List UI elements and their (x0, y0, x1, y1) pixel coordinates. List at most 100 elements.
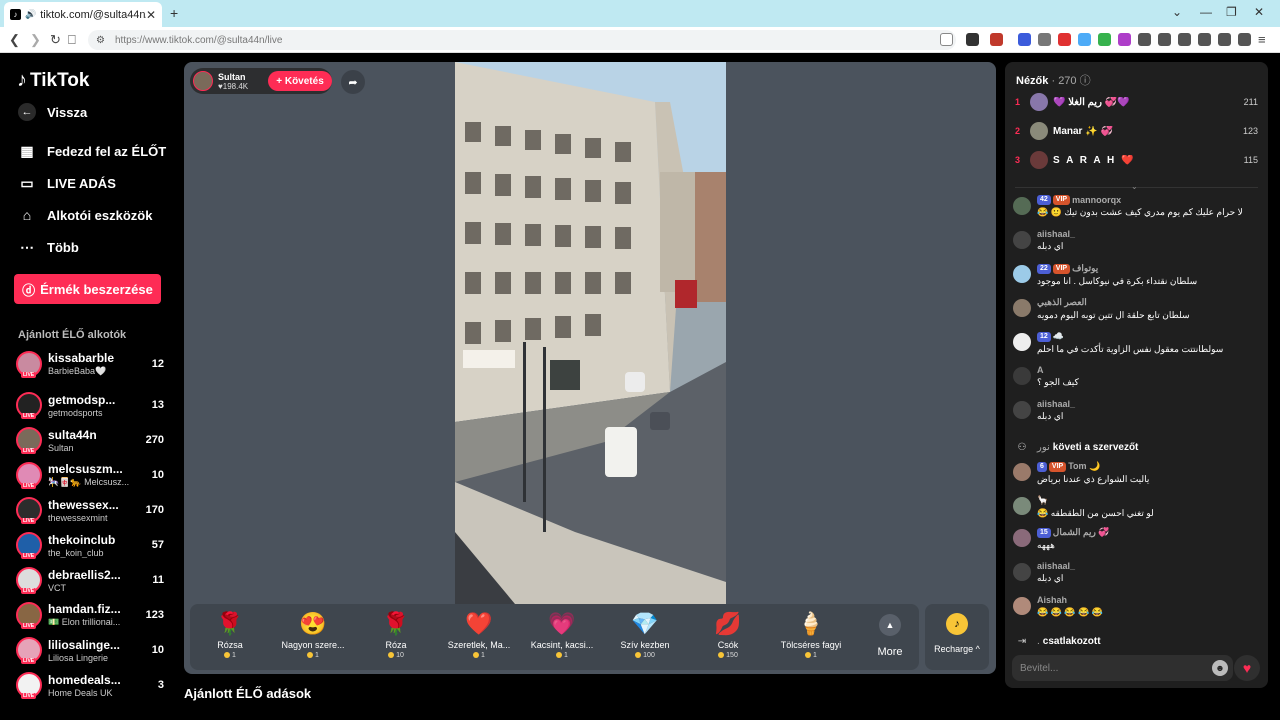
chat-message[interactable]: A كيف الجو ؟ (1013, 365, 1263, 399)
top-viewer-row[interactable]: 3 S A R A H ❤️ 115 (1015, 150, 1258, 170)
join-icon: ⇥ (1017, 635, 1027, 647)
chat-message[interactable]: aiishaal_ اي دبله (1013, 561, 1263, 595)
level-badge: 15 (1037, 527, 1051, 538)
live-video[interactable] (455, 62, 726, 604)
tiktok-logo[interactable]: ♪ TikTok (17, 69, 89, 92)
chat-user: aiishaal_ (1037, 561, 1076, 571)
follow-button[interactable]: + Követés (268, 71, 332, 91)
creator-item[interactable]: LIVE thewessex... thewessexmint 170 (16, 494, 164, 526)
tab-close-icon[interactable]: ✕ (146, 8, 156, 22)
chat-message[interactable]: aiishaal_ اي دبله (1013, 229, 1263, 263)
viewers-label: Nézők (1016, 75, 1049, 87)
info-icon[interactable]: ⓘ (1080, 75, 1091, 87)
emoji-icon[interactable]: ☻ (1212, 660, 1228, 676)
creator-item[interactable]: LIVE kissabarble BarbieBaba🤍 12 (16, 348, 164, 380)
gift-name: Szeretlek, Ma... (447, 640, 511, 650)
creator-item[interactable]: LIVE getmodsp... getmodsports 13 (16, 389, 164, 421)
translate-icon[interactable] (1018, 33, 1031, 46)
creator-item[interactable]: LIVE debraellis2... VCT 11 (16, 564, 164, 596)
tab-list-icon[interactable]: ⌄ (1172, 5, 1182, 19)
gift-item[interactable]: 😍 Nagyon szere... 1 (273, 610, 353, 659)
extension-u-icon[interactable] (1118, 33, 1131, 46)
coins-label: Érmék beszerzése (40, 281, 153, 297)
gift-item[interactable]: ❤️ Szeretlek, Ma... 1 (439, 610, 519, 659)
creator-item[interactable]: LIVE homedeals... Home Deals UK 3 (16, 669, 164, 701)
site-info-icon[interactable]: ⚙ (96, 35, 105, 46)
chat-message[interactable]: aiishaal_ اي دبله (1013, 399, 1263, 433)
chat-message[interactable]: 🦙 لو تغني احسن من الطقطقه 😂 (1013, 495, 1263, 527)
chat-message[interactable]: 12 ☁️ سولطانتتت معقول نفس الزاوية تأكدت ف… (1013, 331, 1263, 365)
viewer-count: 13 (151, 399, 164, 411)
sidebar: ♪ TikTok ← Vissza ▦ Fedezd fel az ÉLŐT ▭… (0, 53, 176, 720)
chevron-down-icon[interactable]: ⌄ (1131, 182, 1138, 191)
reload-icon[interactable]: ↻ (50, 32, 61, 48)
shield-icon[interactable] (966, 33, 979, 46)
viewer-count: 3 (157, 679, 164, 691)
chat-message[interactable]: العصر الذهبي سلطان تابع حلقة ال تتين توب… (1013, 297, 1263, 331)
chat-text: سلطان تابع حلقة ال تتين توبه اليوم دمويه (1037, 310, 1190, 320)
avatar (1013, 597, 1031, 615)
back-link[interactable]: ← Vissza (16, 103, 87, 121)
host-avatar[interactable] (193, 71, 213, 91)
maximize-icon[interactable]: ❐ (1226, 5, 1237, 19)
bookmark-icon[interactable]: ⎕ (68, 32, 76, 48)
nav-label: Több (47, 239, 79, 255)
vpn-shield-icon[interactable] (1238, 33, 1251, 46)
gift-item[interactable]: 🍦 Tölcséres fagyi 1 (771, 610, 851, 659)
ai-icon[interactable] (1218, 33, 1231, 46)
viewers-header[interactable]: Nézők · 270 ⓘ (1016, 72, 1091, 88)
gift-item[interactable]: 💋 Csók 150 (688, 610, 768, 659)
chat-input[interactable]: Bevitel... ☻ (1012, 655, 1233, 681)
gift-item[interactable]: 🌹 Róza 10 (356, 610, 436, 659)
new-tab-icon[interactable]: + (170, 5, 178, 21)
address-bar[interactable]: ⚙ https://www.tiktok.com/@sulta44n/live (88, 30, 956, 50)
gift-item[interactable]: 💗 Kacsint, kacsi... 1 (522, 610, 602, 659)
share-icon[interactable]: ➦ (341, 70, 365, 94)
zoom-icon[interactable] (940, 33, 953, 46)
chat-message[interactable]: 15 ريم الشمال 💞 هههه (1013, 527, 1263, 561)
window-close-icon[interactable]: ✕ (1254, 5, 1264, 19)
more-gifts-button[interactable]: ▲ More (865, 614, 915, 658)
chat-text: اي دبله (1037, 241, 1064, 251)
recharge-button[interactable]: ♪ Recharge ^ (925, 604, 989, 670)
recharge-label: Recharge ^ (934, 644, 980, 654)
chat-user: ☁️ (1052, 331, 1065, 341)
extension-x-icon[interactable] (1038, 33, 1051, 46)
get-coins-button[interactable]: ⓓ Érmék beszerzése (14, 274, 161, 304)
chat-message[interactable]: Aishah 😂 😂 😂 😂 😂 (1013, 595, 1263, 629)
top-viewer-row[interactable]: 2 Manar ✨ 💞 123 (1015, 121, 1258, 141)
forward-arrow-icon[interactable]: ❯ (30, 32, 41, 48)
extension-color-icon[interactable] (1098, 33, 1111, 46)
nav-explore-live[interactable]: ▦ Fedezd fel az ÉLŐT (16, 142, 166, 160)
chat-message[interactable]: 6 VIP Tom 🌙 ياليت الشوارع ذي عندنا برياض (1013, 461, 1263, 495)
extension-globe-icon[interactable] (1078, 33, 1091, 46)
wallet-icon[interactable] (1198, 33, 1211, 46)
creator-item[interactable]: LIVE sulta44n Sultan 270 (16, 424, 164, 456)
browser-tab[interactable]: ♪ 🔊 tiktok.com/@sulta44n/live ✕ (4, 2, 162, 27)
gift-price-value: 150 (726, 652, 738, 659)
extensions-puzzle-icon[interactable] (1138, 33, 1151, 46)
chat-message[interactable]: 22 VIP يوتواف سلطان نقتداء بكرة في نيوكاسل… (1013, 263, 1263, 297)
top-viewer-row[interactable]: 1 💜 ريم الغلا 💞💜 211 (1015, 92, 1258, 112)
nav-more[interactable]: ⋯ Több (16, 238, 79, 256)
avatar (1013, 463, 1031, 481)
minimize-icon[interactable]: — (1200, 5, 1212, 19)
back-arrow-icon[interactable]: ❮ (9, 32, 20, 48)
like-heart-icon[interactable]: ♥ (1234, 655, 1260, 681)
creator-item[interactable]: LIVE liliosalinge... Liliosa Lingerie 10 (16, 634, 164, 666)
nav-live-studio[interactable]: ▭ LIVE ADÁS (16, 174, 115, 192)
sidebar-icon[interactable] (1178, 33, 1191, 46)
music-icon[interactable] (1158, 33, 1171, 46)
speaker-icon[interactable]: 🔊 (25, 9, 36, 20)
creator-item[interactable]: LIVE melcsuszm... 🎠🀄🐆 Melcsusz... 10 (16, 459, 164, 491)
menu-icon[interactable]: ≡ (1258, 32, 1266, 47)
chat-message[interactable]: 42 VIP mannoorqx لا حرام عليك كم يوم مدري … (1013, 195, 1263, 229)
gift-item[interactable]: 💎 Szív kezben 100 (605, 610, 685, 659)
gift-item[interactable]: 🌹 Rózsa 1 (190, 610, 270, 659)
creator-item[interactable]: LIVE thekoinclub the_koin_club 57 (16, 529, 164, 561)
warning-icon[interactable] (990, 33, 1003, 46)
hls-icon[interactable] (1058, 33, 1071, 46)
nav-creator-tools[interactable]: ⌂ Alkotói eszközök (16, 206, 153, 224)
creator-nickname: Liliosa Lingerie (48, 652, 109, 663)
creator-item[interactable]: LIVE hamdan.fiz... 💵 Elon trillionai... 1… (16, 599, 164, 631)
